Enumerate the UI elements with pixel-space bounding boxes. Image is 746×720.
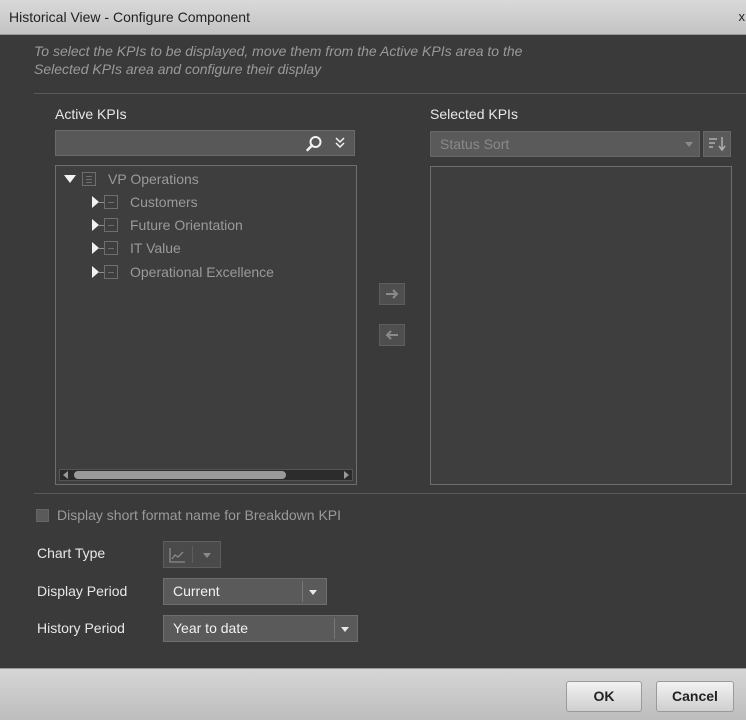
tree-node-root[interactable]: VP Operations — [64, 169, 199, 189]
active-kpis-tree[interactable]: VP Operations Customers Future Orientati… — [55, 165, 357, 485]
tree-node-child[interactable]: Operational Excellence — [92, 262, 274, 282]
arrow-right-icon — [386, 289, 399, 299]
window-title: Historical View - Configure Component — [9, 9, 250, 25]
chart-type-label: Chart Type — [37, 545, 106, 561]
divider-middle — [34, 493, 746, 494]
collapsed-triangle-icon[interactable] — [92, 219, 99, 231]
close-icon[interactable]: x — [739, 9, 746, 24]
kpi-icon — [104, 218, 118, 232]
line-chart-icon — [169, 548, 185, 563]
search-icon[interactable] — [305, 135, 323, 153]
cancel-button[interactable]: Cancel — [656, 681, 734, 712]
display-period-select[interactable]: Current — [163, 578, 327, 605]
instructions-line-2: Selected KPIs area and configure their d… — [34, 61, 322, 77]
expanded-triangle-icon[interactable] — [64, 175, 76, 183]
short-format-checkbox[interactable] — [36, 509, 49, 522]
history-period-select[interactable]: Year to date — [163, 615, 358, 642]
scroll-left-icon[interactable] — [60, 470, 72, 480]
tree-node-child[interactable]: Customers — [92, 192, 198, 212]
instructions-text: To select the KPIs to be displayed, move… — [34, 42, 714, 78]
selected-kpis-label: Selected KPIs — [430, 106, 518, 122]
display-period-value: Current — [173, 583, 220, 599]
title-bar: Historical View - Configure Component x — [0, 0, 746, 35]
kpi-icon — [104, 241, 118, 255]
add-kpi-button[interactable] — [379, 283, 405, 305]
tree-node-label: IT Value — [130, 240, 181, 256]
short-format-label: Display short format name for Breakdown … — [57, 507, 342, 523]
kpi-group-icon — [82, 172, 96, 186]
remove-kpi-button[interactable] — [379, 324, 405, 346]
selected-kpis-list[interactable] — [430, 166, 732, 485]
kpi-icon — [104, 265, 118, 279]
collapsed-triangle-icon[interactable] — [92, 196, 99, 208]
collapsed-triangle-icon[interactable] — [92, 242, 99, 254]
chart-type-select[interactable] — [163, 541, 221, 568]
divider-top — [34, 93, 746, 94]
chevron-down-icon — [341, 627, 349, 632]
tree-node-label: VP Operations — [108, 171, 199, 187]
chevron-down-icon — [203, 553, 211, 558]
chevron-down-icon — [685, 142, 693, 147]
expand-all-icon[interactable] — [331, 134, 349, 152]
sort-dropdown-value: Status Sort — [440, 136, 510, 152]
tree-node-child[interactable]: IT Value — [92, 238, 181, 258]
kpi-icon — [104, 195, 118, 209]
history-period-value: Year to date — [173, 620, 248, 636]
active-kpis-label: Active KPIs — [55, 106, 127, 122]
kpi-search-input[interactable] — [55, 130, 355, 156]
scroll-right-icon[interactable] — [340, 470, 352, 480]
tree-node-label: Operational Excellence — [130, 264, 274, 280]
sort-dropdown[interactable]: Status Sort — [430, 131, 700, 157]
collapsed-triangle-icon[interactable] — [92, 266, 99, 278]
tree-node-label: Customers — [130, 194, 198, 210]
dialog-footer: OK Cancel — [0, 668, 746, 720]
instructions-line-1: To select the KPIs to be displayed, move… — [34, 43, 523, 59]
sort-order-icon — [709, 137, 726, 152]
display-period-label: Display Period — [37, 583, 128, 599]
tree-node-child[interactable]: Future Orientation — [92, 215, 243, 235]
history-period-label: History Period — [37, 620, 125, 636]
sort-order-button[interactable] — [703, 131, 731, 157]
chevron-down-icon — [309, 590, 317, 595]
arrow-left-icon — [385, 330, 398, 340]
scrollbar-thumb[interactable] — [74, 471, 286, 479]
tree-node-label: Future Orientation — [130, 217, 243, 233]
ok-button[interactable]: OK — [566, 681, 642, 712]
horizontal-scrollbar[interactable] — [59, 469, 353, 481]
